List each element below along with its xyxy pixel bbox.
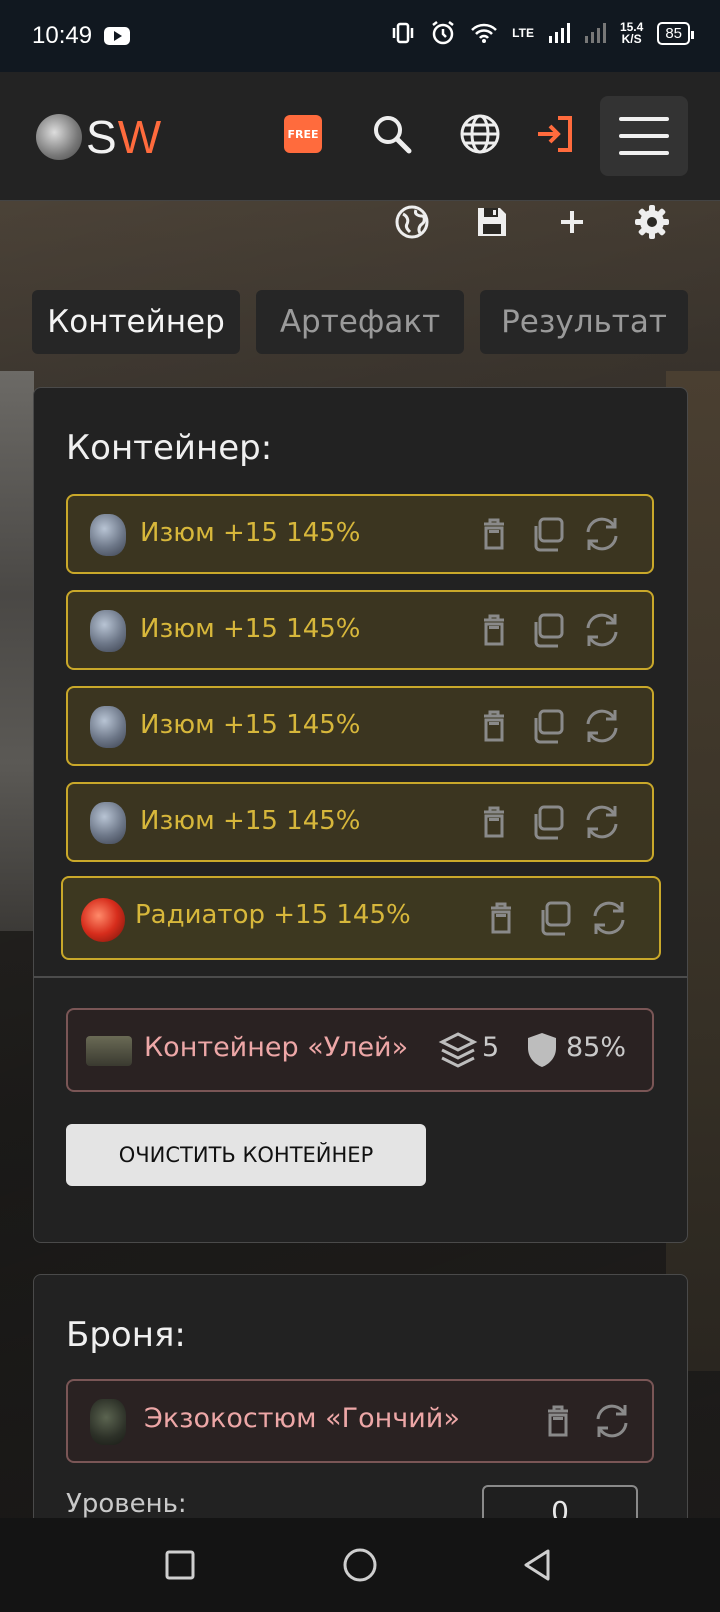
trash-icon[interactable] xyxy=(474,706,514,746)
clear-container-button[interactable]: ОЧИСТИТЬ КОНТЕЙНЕР xyxy=(66,1124,426,1186)
site-header: SW FREE xyxy=(0,72,720,201)
tab-result[interactable]: Результат xyxy=(480,290,688,354)
izyum-artifact-icon xyxy=(90,802,126,844)
trash-icon[interactable] xyxy=(474,802,514,842)
copy-icon[interactable] xyxy=(528,706,568,746)
izyum-artifact-icon xyxy=(90,514,126,556)
artifact-row[interactable]: Изюм +15 145% xyxy=(66,590,654,670)
hamburger-menu-button[interactable] xyxy=(600,96,688,176)
container-panel: Контейнер: Изюм +15 145% Изюм +15 145% И… xyxy=(33,387,688,1243)
menu-line xyxy=(619,151,669,155)
add-icon[interactable] xyxy=(552,202,592,242)
artifact-row[interactable]: Изюм +15 145% xyxy=(66,782,654,862)
artifact-label: Изюм +15 145% xyxy=(140,710,361,740)
menu-line xyxy=(619,117,669,121)
layers-icon xyxy=(438,1032,478,1068)
artifact-row-radiator[interactable]: Радиатор +15 145% xyxy=(61,876,661,960)
youtube-notification-icon xyxy=(104,27,130,45)
network-speed: 15.4 K/S xyxy=(620,21,643,45)
tab-container[interactable]: Контейнер xyxy=(32,290,240,354)
trash-icon[interactable] xyxy=(474,514,514,554)
android-nav-bar xyxy=(0,1518,720,1612)
logo-text: SW xyxy=(86,110,162,164)
trash-icon[interactable] xyxy=(474,610,514,650)
refresh-icon[interactable] xyxy=(582,802,622,842)
artifact-label: Изюм +15 145% xyxy=(140,518,361,548)
artifact-label: Радиатор +15 145% xyxy=(135,900,411,930)
world-map-icon[interactable] xyxy=(392,202,432,242)
vibrate-icon xyxy=(392,22,414,44)
scene-left-detail xyxy=(0,371,34,931)
container-uley-icon xyxy=(86,1036,132,1066)
artifact-label: Изюм +15 145% xyxy=(140,614,361,644)
tab-artifact[interactable]: Артефакт xyxy=(256,290,464,354)
container-protection: 85% xyxy=(566,1032,627,1063)
settings-gear-icon[interactable] xyxy=(632,202,672,242)
home-icon[interactable] xyxy=(340,1545,380,1585)
exosuit-armor-icon xyxy=(90,1399,126,1445)
logo-globe-icon xyxy=(36,114,82,160)
back-icon[interactable] xyxy=(518,1545,558,1585)
container-panel-title: Контейнер: xyxy=(66,428,273,468)
copy-icon[interactable] xyxy=(528,802,568,842)
refresh-icon[interactable] xyxy=(582,610,622,650)
signal-icon xyxy=(548,23,570,43)
panel-divider xyxy=(34,976,687,978)
armor-label: Экзокостюм «Гончий» xyxy=(144,1403,460,1434)
armor-row[interactable]: Экзокостюм «Гончий» xyxy=(66,1379,654,1463)
free-badge-button[interactable]: FREE xyxy=(284,115,322,153)
izyum-artifact-icon xyxy=(90,706,126,748)
shield-icon xyxy=(528,1033,556,1067)
copy-icon[interactable] xyxy=(535,898,575,938)
container-row[interactable]: Контейнер «Улей» 5 85% xyxy=(66,1008,654,1092)
copy-icon[interactable] xyxy=(528,610,568,650)
artifact-row[interactable]: Изюм +15 145% xyxy=(66,686,654,766)
level-label: Уровень: xyxy=(66,1489,187,1519)
refresh-icon[interactable] xyxy=(582,706,622,746)
recent-apps-icon[interactable] xyxy=(160,1545,200,1585)
wifi-icon xyxy=(471,23,498,43)
status-bar: 10:49 LTE 15.4 K/S 85 xyxy=(0,0,720,72)
container-label: Контейнер «Улей» xyxy=(144,1032,409,1063)
logo-letter-w: W xyxy=(117,111,163,163)
search-icon[interactable] xyxy=(370,112,414,156)
artifact-label: Изюм +15 145% xyxy=(140,806,361,836)
refresh-icon[interactable] xyxy=(589,898,629,938)
logo-letter-s: S xyxy=(86,111,118,163)
save-icon[interactable] xyxy=(472,202,512,242)
globe-language-icon[interactable] xyxy=(458,112,502,156)
alarm-icon xyxy=(432,21,454,45)
izyum-artifact-icon xyxy=(90,610,126,652)
armor-panel-title: Броня: xyxy=(66,1315,186,1355)
trash-icon[interactable] xyxy=(481,898,521,938)
container-slots: 5 xyxy=(482,1032,500,1063)
refresh-icon[interactable] xyxy=(582,514,622,554)
trash-icon[interactable] xyxy=(538,1401,578,1441)
radiator-artifact-icon xyxy=(81,898,125,942)
copy-icon[interactable] xyxy=(528,514,568,554)
battery-indicator: 85 xyxy=(657,21,694,45)
site-logo[interactable]: SW xyxy=(36,110,162,164)
menu-line xyxy=(619,134,669,138)
artifact-row[interactable]: Изюм +15 145% xyxy=(66,494,654,574)
status-time: 10:49 xyxy=(32,22,93,49)
refresh-icon[interactable] xyxy=(592,1401,632,1441)
status-icons: LTE 15.4 K/S 85 xyxy=(390,20,694,46)
login-icon[interactable] xyxy=(534,112,578,156)
lte-label: LTE xyxy=(512,26,534,40)
speed-unit: K/S xyxy=(621,32,642,46)
signal-empty-icon xyxy=(584,23,606,43)
